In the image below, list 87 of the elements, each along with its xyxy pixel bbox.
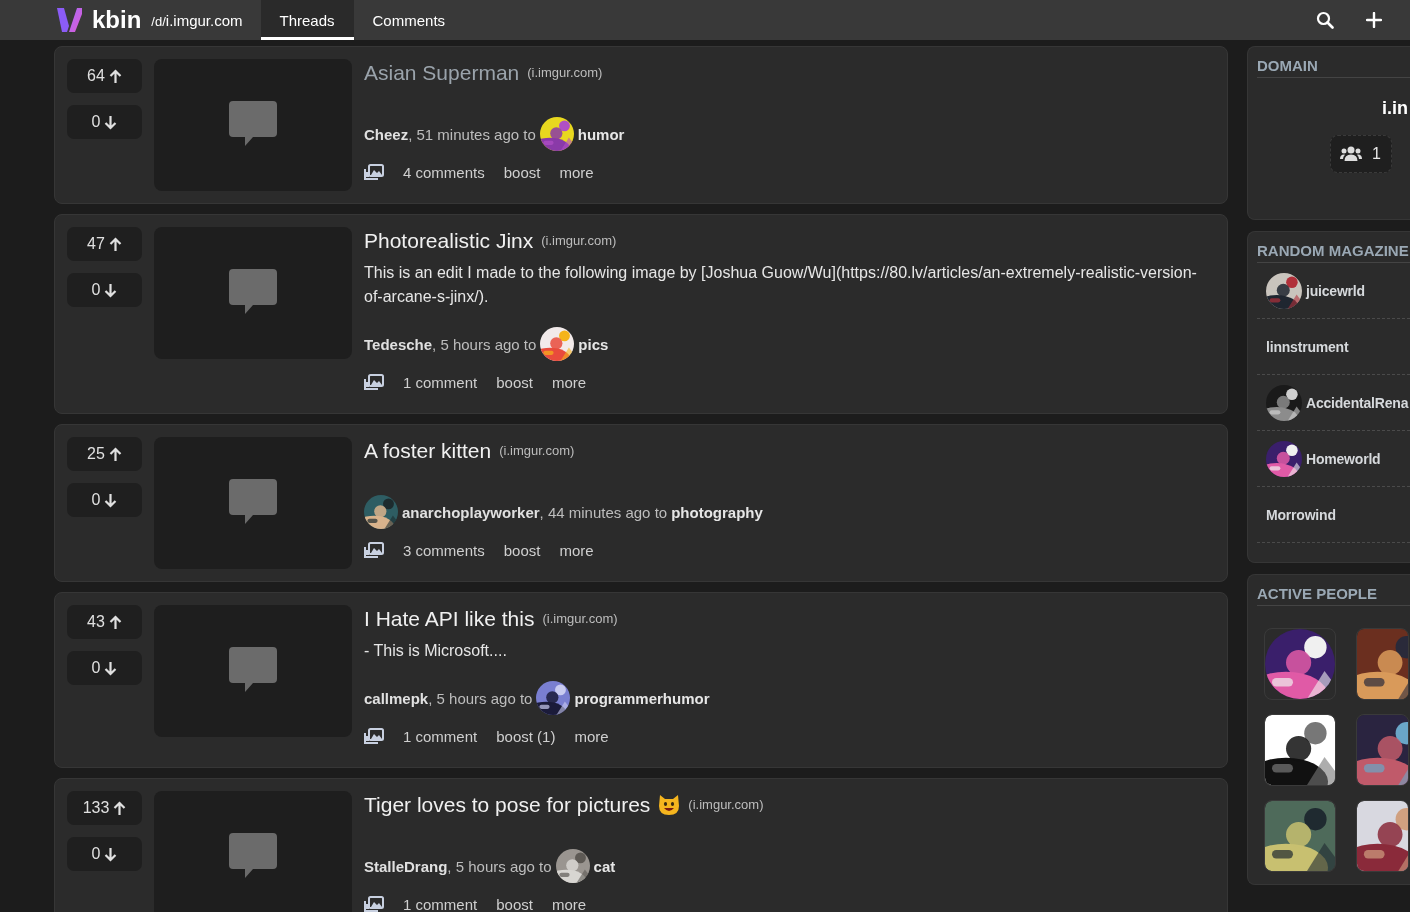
thumbnail-placeholder[interactable] — [154, 791, 352, 912]
more-link[interactable]: more — [559, 541, 594, 559]
brand-name[interactable]: kbin — [92, 6, 142, 34]
thumbnail-placeholder[interactable] — [154, 59, 352, 191]
thumbnail-placeholder[interactable] — [154, 605, 352, 737]
boost-link[interactable]: boost — [503, 541, 541, 559]
magazine-link[interactable]: cat — [593, 857, 616, 875]
boost-link[interactable]: boost — [496, 373, 533, 391]
gallery-icon — [364, 727, 384, 745]
domain-label[interactable]: (i.imgur.com) — [499, 437, 575, 465]
up-arrow-icon — [108, 236, 122, 252]
plus-icon — [1366, 12, 1382, 28]
downvote-button[interactable]: 0 — [67, 483, 142, 517]
down-arrow-icon — [104, 846, 118, 862]
downvote-button[interactable]: 0 — [67, 273, 142, 307]
thumbnail-placeholder[interactable] — [154, 227, 352, 359]
upvote-button[interactable]: 64 — [67, 59, 142, 93]
upvote-button[interactable]: 25 — [67, 437, 142, 471]
downvote-button[interactable]: 0 — [67, 651, 142, 685]
nav-tab[interactable]: Comments — [353, 0, 465, 40]
nav-tab[interactable]: Threads — [260, 0, 354, 40]
post-title[interactable]: I Hate API like this — [364, 605, 535, 633]
upvote-button[interactable]: 43 — [67, 605, 142, 639]
post-title[interactable]: A foster kitten — [364, 437, 492, 465]
post-time: , 5 hours ago to — [432, 335, 537, 353]
domain-path: /d/i.imgur.com — [151, 11, 243, 29]
gallery-icon — [364, 895, 384, 912]
down-arrow-icon — [104, 492, 118, 508]
up-arrow-icon — [108, 614, 122, 630]
post-time: , 5 hours ago to — [428, 689, 533, 707]
thumbnail-placeholder[interactable] — [154, 437, 352, 569]
post-excerpt: This is an edit I made to the following image by [Joshua Guow/Wu](https://80.lv/articles/an-extremely-realistic-version-of-arcane-s-jinx/). — [364, 263, 1198, 307]
magazine-link[interactable]: Morrowind — [1266, 506, 1336, 523]
domain-label[interactable]: (i.imgur.com) — [541, 227, 617, 255]
gallery-icon — [364, 163, 384, 181]
boost-link[interactable]: boost (1) — [496, 727, 556, 745]
post-time: , 44 minutes ago to — [539, 503, 668, 521]
magazine-link[interactable]: humor — [577, 125, 625, 143]
comments-link[interactable]: 1 comment — [403, 373, 478, 391]
logo-icon — [55, 6, 83, 34]
post-time: , 51 minutes ago to — [408, 125, 536, 143]
domain-label[interactable]: (i.imgur.com) — [542, 605, 618, 633]
search-icon — [1316, 11, 1334, 29]
domain-label[interactable]: (i.imgur.com) — [527, 59, 603, 87]
magazine-link[interactable]: pics — [578, 335, 609, 353]
upvote-button[interactable]: 133 — [67, 791, 142, 825]
magazine-link[interactable]: AccidentalRena — [1306, 394, 1409, 411]
up-arrow-icon — [108, 446, 122, 462]
gallery-icon — [364, 373, 384, 391]
post-excerpt: - This is Microsoft.... — [364, 641, 508, 661]
magazine-link[interactable]: programmerhumor — [574, 689, 710, 707]
magazine-link[interactable]: juicewrld — [1306, 282, 1365, 299]
magazine-link[interactable]: photography — [671, 503, 763, 521]
panel-heading: RANDOM MAGAZINE — [1257, 242, 1410, 263]
domain-label[interactable]: (i.imgur.com) — [688, 791, 764, 819]
more-link[interactable]: more — [551, 373, 587, 391]
post-title[interactable]: Photorealistic Jinx — [364, 227, 534, 255]
downvote-button[interactable]: 0 — [67, 105, 142, 139]
downvote-button[interactable]: 0 — [67, 837, 142, 871]
comments-link[interactable]: 1 comment — [403, 727, 478, 745]
upvote-button[interactable]: 47 — [67, 227, 142, 261]
gallery-icon — [364, 541, 384, 559]
post-title[interactable]: Asian Superman — [364, 59, 520, 87]
comments-link[interactable]: 4 comments — [403, 163, 485, 181]
up-arrow-icon — [113, 800, 127, 816]
post-time: , 5 hours ago to — [447, 857, 552, 875]
domain-name: i.in — [1381, 98, 1409, 119]
panel-heading: ACTIVE PEOPLE — [1257, 585, 1410, 606]
down-arrow-icon — [104, 114, 118, 130]
more-link[interactable]: more — [574, 727, 609, 745]
comments-link[interactable]: 3 comments — [403, 541, 485, 559]
panel-heading: DOMAIN — [1257, 57, 1410, 78]
users-icon — [1340, 146, 1363, 162]
magazine-link[interactable]: Homeworld — [1306, 450, 1381, 467]
author-link[interactable]: anarchoplayworker — [402, 503, 540, 521]
magazine-link[interactable]: linnstrument — [1266, 338, 1349, 355]
comments-link[interactable]: 1 comment — [403, 895, 478, 912]
more-link[interactable]: more — [559, 163, 594, 181]
subscribers-count[interactable]: 1 — [1330, 135, 1392, 173]
down-arrow-icon — [104, 660, 118, 676]
up-arrow-icon — [108, 68, 122, 84]
post-title[interactable]: Tiger loves to pose for pictures — [364, 791, 651, 819]
down-arrow-icon — [104, 282, 118, 298]
more-link[interactable]: more — [551, 895, 587, 912]
author-link[interactable]: Tedesche — [364, 335, 433, 353]
boost-link[interactable]: boost — [503, 163, 541, 181]
boost-link[interactable]: boost — [496, 895, 533, 912]
